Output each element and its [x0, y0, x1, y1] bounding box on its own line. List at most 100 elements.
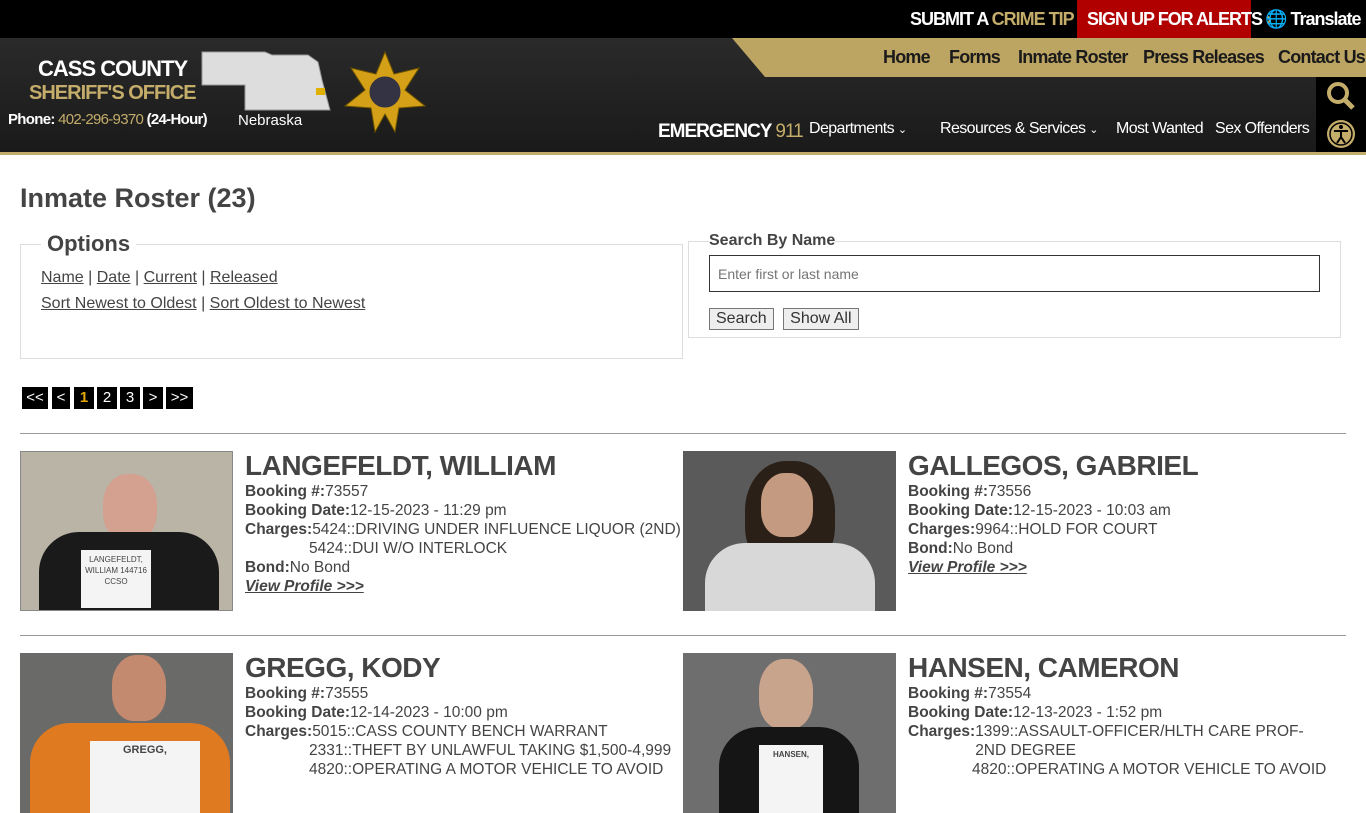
translate-button[interactable]: 🌐 Translate [1265, 0, 1361, 38]
charges-label: Charges: [245, 521, 313, 538]
inmate-photo[interactable]: LANGEFELDT, WILLIAM 144716 CCSO [20, 451, 233, 611]
nav-forms[interactable]: Forms [949, 38, 1001, 77]
emergency-label: EMERGENCY [658, 121, 772, 142]
inmate-name[interactable]: HANSEN, CAMERON [908, 653, 1328, 683]
booking-number-label: Booking #: [245, 483, 326, 500]
sheriff-badge-logo [343, 50, 427, 134]
booking-number: 73554 [988, 685, 1032, 702]
chevron-down-icon: ⌄ [897, 124, 907, 136]
booking-number: 73555 [325, 685, 369, 702]
filter-current-link[interactable]: Current [144, 269, 197, 286]
page-first-button[interactable]: << [22, 387, 48, 409]
sort-oldest-link[interactable]: Sort Oldest to Newest [210, 295, 366, 312]
search-name-input[interactable] [709, 255, 1320, 292]
inmate-photo[interactable] [683, 451, 896, 611]
inmate-card: GREGG, KODY Booking #:73555 Booking Date… [245, 653, 671, 779]
booking-date-row: Booking Date:12-13-2023 - 1:52 pm [908, 703, 1328, 722]
page-title: Inmate Roster (23) [20, 183, 256, 213]
page-last-button[interactable]: >> [166, 387, 193, 409]
bond-value: No Bond [289, 559, 351, 576]
photo-head [761, 473, 813, 537]
emergency-number[interactable]: 911 [775, 121, 803, 142]
view-profile-link[interactable]: View Profile >>> [245, 578, 364, 595]
nav-most-wanted[interactable]: Most Wanted [1116, 120, 1204, 138]
divider [20, 635, 1346, 636]
nav-sex-offenders[interactable]: Sex Offenders [1215, 120, 1310, 138]
booking-date-label: Booking Date: [245, 502, 351, 519]
crime-tip-highlight: CRIME TIP [991, 9, 1075, 29]
inmate-name[interactable]: GREGG, KODY [245, 653, 671, 683]
bond-value: No Bond [952, 540, 1014, 557]
show-all-button[interactable]: Show All [783, 308, 859, 330]
photo-placard: HANSEN, [759, 745, 823, 813]
booking-date: 12-15-2023 - 11:29 pm [350, 502, 507, 519]
booking-date: 12-13-2023 - 1:52 pm [1013, 704, 1163, 721]
page-1-button[interactable]: 1 [74, 387, 94, 409]
page-2-button[interactable]: 2 [97, 387, 117, 409]
inmate-name[interactable]: LANGEFELDT, WILLIAM [245, 451, 681, 481]
nav-press-releases[interactable]: Press Releases [1143, 38, 1265, 77]
nav-departments[interactable]: Departments ⌄ [809, 120, 907, 138]
nav-resources-services[interactable]: Resources & Services ⌄ [940, 120, 1098, 138]
top-utility-bar: SUBMIT A CRIME TIP › SIGN UP FOR ALERTS … [0, 0, 1366, 38]
search-button[interactable]: Search [709, 308, 774, 330]
submit-crime-tip-link[interactable]: SUBMIT A CRIME TIP › [910, 0, 1083, 38]
alerts-text: SIGN UP FOR ALERTS [1087, 9, 1263, 29]
nav-resources-label: Resources & Services [940, 120, 1086, 137]
bond-label: Bond: [245, 559, 290, 576]
charge: 1399::ASSAULT-OFFICER/HLTH CARE PROF-2ND… [975, 723, 1304, 759]
nav-inmate-roster[interactable]: Inmate Roster [1018, 38, 1128, 77]
emergency-911: EMERGENCY 911 [658, 121, 804, 143]
map-label: Nebraska [238, 112, 303, 129]
sign-up-alerts-link[interactable]: SIGN UP FOR ALERTS › [1077, 0, 1272, 38]
charge: 5424::DUI W/O INTERLOCK [309, 540, 508, 557]
brand-line1[interactable]: CASS COUNTY [38, 56, 188, 82]
booking-date: 12-14-2023 - 10:00 pm [350, 704, 508, 721]
booking-date-label: Booking Date: [908, 502, 1014, 519]
phone-label: Phone: [8, 111, 55, 128]
page-next-button[interactable]: > [143, 387, 163, 409]
filter-released-link[interactable]: Released [210, 269, 278, 286]
booking-number-label: Booking #: [245, 685, 326, 702]
bond-row: Bond:No Bond [908, 539, 1198, 558]
phone-note: (24-Hour) [146, 111, 208, 128]
booking-number-label: Booking #: [908, 685, 989, 702]
sort-name-link[interactable]: Name [41, 269, 84, 286]
inmate-card: HANSEN, CAMERON Booking #:73554 Booking … [908, 653, 1328, 779]
brand-line2[interactable]: SHERIFF'S OFFICE [29, 82, 197, 105]
nav-home[interactable]: Home [883, 38, 931, 77]
sort-links: Name | Date | Current | Released [41, 269, 278, 286]
charge: 5015::CASS COUNTY BENCH WARRANT [312, 723, 608, 740]
search-icon[interactable] [1326, 81, 1356, 111]
charges-row: Charges:5424::DRIVING UNDER INFLUENCE LI… [245, 520, 681, 539]
page-3-button[interactable]: 3 [120, 387, 140, 409]
page-prev-button[interactable]: < [52, 387, 70, 409]
booking-number-row: Booking #:73554 [908, 684, 1328, 703]
divider [20, 433, 1346, 434]
inmate-card: GALLEGOS, GABRIEL Booking #:73556 Bookin… [908, 451, 1199, 577]
photo-placard: GREGG, [90, 741, 200, 813]
nav-departments-label: Departments [809, 120, 895, 137]
inmate-photo[interactable]: HANSEN, [683, 653, 896, 813]
charges-label: Charges: [908, 521, 976, 538]
view-profile-link[interactable]: View Profile >>> [908, 559, 1027, 576]
charge: 9964::HOLD FOR COURT [975, 521, 1158, 538]
bond-label: Bond: [908, 540, 953, 557]
translate-label: Translate [1290, 9, 1361, 29]
inmate-photo[interactable]: GREGG, [20, 653, 233, 813]
inmate-name[interactable]: GALLEGOS, GABRIEL [908, 451, 1199, 481]
booking-date-row: Booking Date:12-14-2023 - 10:00 pm [245, 703, 671, 722]
sort-date-link[interactable]: Date [97, 269, 131, 286]
photo-head [103, 474, 157, 540]
accessibility-icon[interactable] [1326, 119, 1356, 149]
chevron-down-icon: ⌄ [1089, 124, 1098, 136]
sort-newest-link[interactable]: Sort Newest to Oldest [41, 295, 197, 312]
search-panel: Search By Name Search Show All [688, 232, 1341, 338]
nav-contact-us[interactable]: Contact Us [1278, 38, 1366, 77]
phone-number[interactable]: 402-296-9370 [58, 111, 144, 128]
charges-row: Charges:9964::HOLD FOR COURT [908, 520, 1198, 539]
booking-number-row: Booking #:73556 [908, 482, 1198, 501]
booking-date-row: Booking Date:12-15-2023 - 11:29 pm [245, 501, 681, 520]
crime-tip-text: SUBMIT A [910, 9, 992, 29]
booking-number-label: Booking #: [908, 483, 989, 500]
